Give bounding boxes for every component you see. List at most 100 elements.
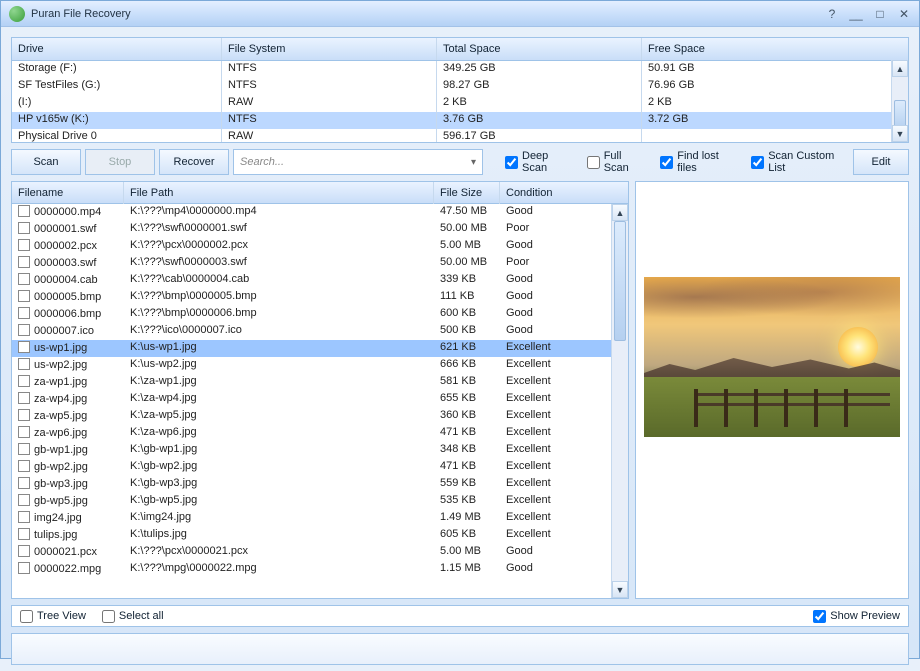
file-row[interactable]: 0000007.icoK:\???\ico\0000007.ico500 KBG… xyxy=(12,323,611,340)
file-header-name[interactable]: Filename xyxy=(12,182,124,204)
drive-cell-free xyxy=(642,129,908,143)
file-checkbox[interactable] xyxy=(18,290,30,302)
maximize-button[interactable]: □ xyxy=(869,5,891,23)
full-scan-checkbox[interactable]: Full Scan xyxy=(587,150,647,174)
file-row[interactable]: 0000003.swfK:\???\swf\0000003.swf50.00 M… xyxy=(12,255,611,272)
file-row[interactable]: 0000000.mp4K:\???\mp4\0000000.mp447.50 M… xyxy=(12,204,611,221)
file-row[interactable]: 0000002.pcxK:\???\pcx\0000002.pcx5.00 MB… xyxy=(12,238,611,255)
file-row[interactable]: za-wp1.jpgK:\za-wp1.jpg581 KBExcellent xyxy=(12,374,611,391)
file-checkbox[interactable] xyxy=(18,358,30,370)
tree-view-checkbox[interactable]: Tree View xyxy=(20,610,86,623)
drive-row[interactable]: (I:)RAW2 KB2 KB xyxy=(12,95,908,112)
file-row[interactable]: gb-wp1.jpgK:\gb-wp1.jpg348 KBExcellent xyxy=(12,442,611,459)
scroll-up-icon[interactable]: ▲ xyxy=(612,204,628,221)
scan-custom-checkbox[interactable]: Scan Custom List xyxy=(751,150,849,174)
file-row[interactable]: 0000004.cabK:\???\cab\0000004.cab339 KBG… xyxy=(12,272,611,289)
file-row[interactable]: 0000005.bmpK:\???\bmp\0000005.bmp111 KBG… xyxy=(12,289,611,306)
scroll-down-icon[interactable]: ▼ xyxy=(612,581,628,598)
options-bar: Tree View Select all Show Preview xyxy=(11,605,909,627)
file-checkbox[interactable] xyxy=(18,341,30,353)
stop-button[interactable]: Stop xyxy=(85,149,155,175)
find-lost-checkbox[interactable]: Find lost files xyxy=(660,150,737,174)
file-row[interactable]: 0000001.swfK:\???\swf\0000001.swf50.00 M… xyxy=(12,221,611,238)
file-cell-name: 0000005.bmp xyxy=(12,289,124,306)
search-input[interactable]: Search... xyxy=(233,149,483,175)
file-checkbox[interactable] xyxy=(18,375,30,387)
file-row[interactable]: gb-wp5.jpgK:\gb-wp5.jpg535 KBExcellent xyxy=(12,493,611,510)
file-row[interactable]: 0000021.pcxK:\???\pcx\0000021.pcx5.00 MB… xyxy=(12,544,611,561)
file-row[interactable]: img24.jpgK:\img24.jpg1.49 MBExcellent xyxy=(12,510,611,527)
recover-button[interactable]: Recover xyxy=(159,149,229,175)
file-row[interactable]: 0000006.bmpK:\???\bmp\0000006.bmp600 KBG… xyxy=(12,306,611,323)
edit-button[interactable]: Edit xyxy=(853,149,909,175)
show-preview-checkbox[interactable]: Show Preview xyxy=(813,610,900,623)
file-cell-path: K:\za-wp4.jpg xyxy=(124,391,434,408)
file-checkbox[interactable] xyxy=(18,545,30,557)
drive-header-total[interactable]: Total Space xyxy=(437,38,642,60)
file-row[interactable]: za-wp4.jpgK:\za-wp4.jpg655 KBExcellent xyxy=(12,391,611,408)
close-button[interactable]: ✕ xyxy=(893,5,915,23)
deep-scan-checkbox[interactable]: Deep Scan xyxy=(505,150,573,174)
drive-header-drive[interactable]: Drive xyxy=(12,38,222,60)
drive-row[interactable]: Physical Drive 0RAW596.17 GB xyxy=(12,129,908,143)
file-header-path[interactable]: File Path xyxy=(124,182,434,204)
file-cell-name: tulips.jpg xyxy=(12,527,124,544)
file-checkbox[interactable] xyxy=(18,511,30,523)
file-cell-cond: Excellent xyxy=(500,442,570,459)
file-scrollbar[interactable]: ▲ ▼ xyxy=(611,204,628,598)
file-checkbox[interactable] xyxy=(18,324,30,336)
file-header-cond[interactable]: Condition xyxy=(500,182,570,204)
file-checkbox[interactable] xyxy=(18,562,30,574)
file-checkbox[interactable] xyxy=(18,239,30,251)
drive-row[interactable]: HP v165w (K:)NTFS3.76 GB3.72 GB xyxy=(12,112,908,129)
file-row[interactable]: gb-wp2.jpgK:\gb-wp2.jpg471 KBExcellent xyxy=(12,459,611,476)
file-checkbox[interactable] xyxy=(18,477,30,489)
file-checkbox[interactable] xyxy=(18,443,30,455)
help-button[interactable]: ? xyxy=(821,5,843,23)
drive-cell-free: 50.91 GB xyxy=(642,61,908,78)
scroll-up-icon[interactable]: ▲ xyxy=(892,60,908,77)
file-checkbox[interactable] xyxy=(18,460,30,472)
file-cell-name: gb-wp2.jpg xyxy=(12,459,124,476)
file-checkbox[interactable] xyxy=(18,273,30,285)
scan-button[interactable]: Scan xyxy=(11,149,81,175)
file-row[interactable]: za-wp6.jpgK:\za-wp6.jpg471 KBExcellent xyxy=(12,425,611,442)
file-checkbox[interactable] xyxy=(18,307,30,319)
file-checkbox[interactable] xyxy=(18,205,30,217)
file-cell-cond: Good xyxy=(500,544,570,561)
file-cell-cond: Excellent xyxy=(500,340,570,357)
file-checkbox[interactable] xyxy=(18,426,30,438)
minimize-button[interactable]: __ xyxy=(845,5,867,23)
file-cell-path: K:\???\pcx\0000021.pcx xyxy=(124,544,434,561)
file-row[interactable]: 0000022.mpgK:\???\mpg\0000022.mpg1.15 MB… xyxy=(12,561,611,578)
file-checkbox[interactable] xyxy=(18,392,30,404)
file-row[interactable]: us-wp2.jpgK:\us-wp2.jpg666 KBExcellent xyxy=(12,357,611,374)
file-checkbox[interactable] xyxy=(18,256,30,268)
toolbar: Scan Stop Recover Search... Deep Scan Fu… xyxy=(11,149,909,175)
scroll-thumb[interactable] xyxy=(614,221,626,341)
drive-row[interactable]: Storage (F:)NTFS349.25 GB50.91 GB xyxy=(12,61,908,78)
drive-header-fs[interactable]: File System xyxy=(222,38,437,60)
file-cell-size: 621 KB xyxy=(434,340,500,357)
file-checkbox[interactable] xyxy=(18,528,30,540)
drive-row[interactable]: SF TestFiles (G:)NTFS98.27 GB76.96 GB xyxy=(12,78,908,95)
file-cell-path: K:\gb-wp2.jpg xyxy=(124,459,434,476)
file-cell-path: K:\???\cab\0000004.cab xyxy=(124,272,434,289)
drive-header-free[interactable]: Free Space xyxy=(642,38,908,60)
file-cell-cond: Excellent xyxy=(500,374,570,391)
file-header-size[interactable]: File Size xyxy=(434,182,500,204)
file-row[interactable]: gb-wp3.jpgK:\gb-wp3.jpg559 KBExcellent xyxy=(12,476,611,493)
file-row[interactable]: tulips.jpgK:\tulips.jpg605 KBExcellent xyxy=(12,527,611,544)
file-cell-cond: Good xyxy=(500,323,570,340)
file-checkbox[interactable] xyxy=(18,409,30,421)
file-cell-size: 500 KB xyxy=(434,323,500,340)
file-checkbox[interactable] xyxy=(18,494,30,506)
file-row[interactable]: us-wp1.jpgK:\us-wp1.jpg621 KBExcellent xyxy=(12,340,611,357)
file-cell-name: za-wp1.jpg xyxy=(12,374,124,391)
drive-cell-drive: HP v165w (K:) xyxy=(12,112,222,129)
file-row[interactable]: za-wp5.jpgK:\za-wp5.jpg360 KBExcellent xyxy=(12,408,611,425)
scroll-down-icon[interactable]: ▼ xyxy=(892,125,908,142)
select-all-checkbox[interactable]: Select all xyxy=(102,610,164,623)
drive-scrollbar[interactable]: ▲ ▼ xyxy=(891,60,908,142)
file-checkbox[interactable] xyxy=(18,222,30,234)
